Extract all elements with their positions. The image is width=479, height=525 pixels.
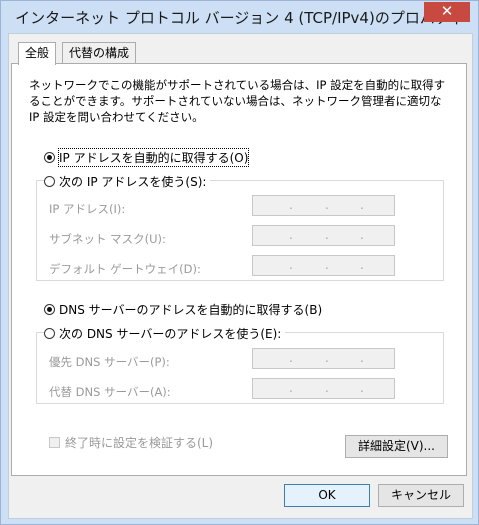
ip-auto-radio[interactable]: IP アドレスを自動的に取得する(O) <box>44 148 250 167</box>
radio-selected-icon <box>44 304 55 315</box>
ip-address-input[interactable]: ... <box>252 195 395 216</box>
title-bar[interactable]: インターネット プロトコル バージョン 4 (TCP/IPv4)のプロパティ ✕ <box>1 1 478 33</box>
preferred-dns-input[interactable]: ... <box>252 348 395 369</box>
tab-general-label: 全般 <box>25 46 50 60</box>
tab-alternate-config-label: 代替の構成 <box>69 46 130 60</box>
dns-auto-radio[interactable]: DNS サーバーのアドレスを自動的に取得する(B) <box>44 301 322 318</box>
subnet-mask-label: サブネット マスク(U): <box>49 232 166 246</box>
ok-button-label: OK <box>318 488 336 502</box>
close-button[interactable]: ✕ <box>424 2 470 22</box>
preferred-dns-label: 優先 DNS サーバー(P): <box>49 355 170 369</box>
radio-unselected-icon <box>44 328 55 339</box>
dns-manual-radio[interactable]: 次の DNS サーバーのアドレスを使う(E): <box>44 325 286 342</box>
properties-window: インターネット プロトコル バージョン 4 (TCP/IPv4)のプロパティ ✕… <box>0 0 479 525</box>
default-gateway-label: デフォルト ゲートウェイ(D): <box>49 262 201 276</box>
ip-auto-label: IP アドレスを自動的に取得する(O) <box>57 148 250 167</box>
tab-alternate-config[interactable]: 代替の構成 <box>62 42 137 64</box>
radio-unselected-icon <box>44 176 55 187</box>
ip-manual-radio[interactable]: 次の IP アドレスを使う(S): <box>44 173 211 190</box>
general-tab-panel: ネットワークでこの機能がサポートされている場合は、IP 設定を自動的に取得するこ… <box>11 63 467 476</box>
window-title: インターネット プロトコル バージョン 4 (TCP/IPv4)のプロパティ <box>15 9 464 27</box>
validate-on-exit-checkbox[interactable]: 終了時に設定を検証する(L) <box>49 434 213 451</box>
ip-address-label: IP アドレス(I): <box>49 202 126 216</box>
alternate-dns-label: 代替 DNS サーバー(A): <box>49 385 171 399</box>
default-gateway-input[interactable]: ... <box>252 255 395 276</box>
cancel-button-label: キャンセル <box>390 488 451 502</box>
validate-on-exit-label: 終了時に設定を検証する(L) <box>65 436 214 450</box>
tab-general[interactable]: 全般 <box>18 42 57 65</box>
ip-manual-label: 次の IP アドレスを使う(S): <box>59 175 207 189</box>
close-icon: ✕ <box>440 2 454 20</box>
cancel-button[interactable]: キャンセル <box>378 484 464 507</box>
alternate-dns-input[interactable]: ... <box>252 378 395 399</box>
description-text: ネットワークでこの機能がサポートされている場合は、IP 設定を自動的に取得するこ… <box>29 78 446 124</box>
ok-button[interactable]: OK <box>284 484 370 507</box>
subnet-mask-input[interactable]: ... <box>252 225 395 246</box>
dns-manual-label: 次の DNS サーバーのアドレスを使う(E): <box>59 327 282 341</box>
advanced-button-label: 詳細設定(V)... <box>357 439 436 453</box>
dns-auto-label: DNS サーバーのアドレスを自動的に取得する(B) <box>59 303 323 317</box>
advanced-button[interactable]: 詳細設定(V)... <box>345 435 448 458</box>
checkbox-icon <box>49 437 60 448</box>
radio-selected-icon <box>44 152 55 163</box>
